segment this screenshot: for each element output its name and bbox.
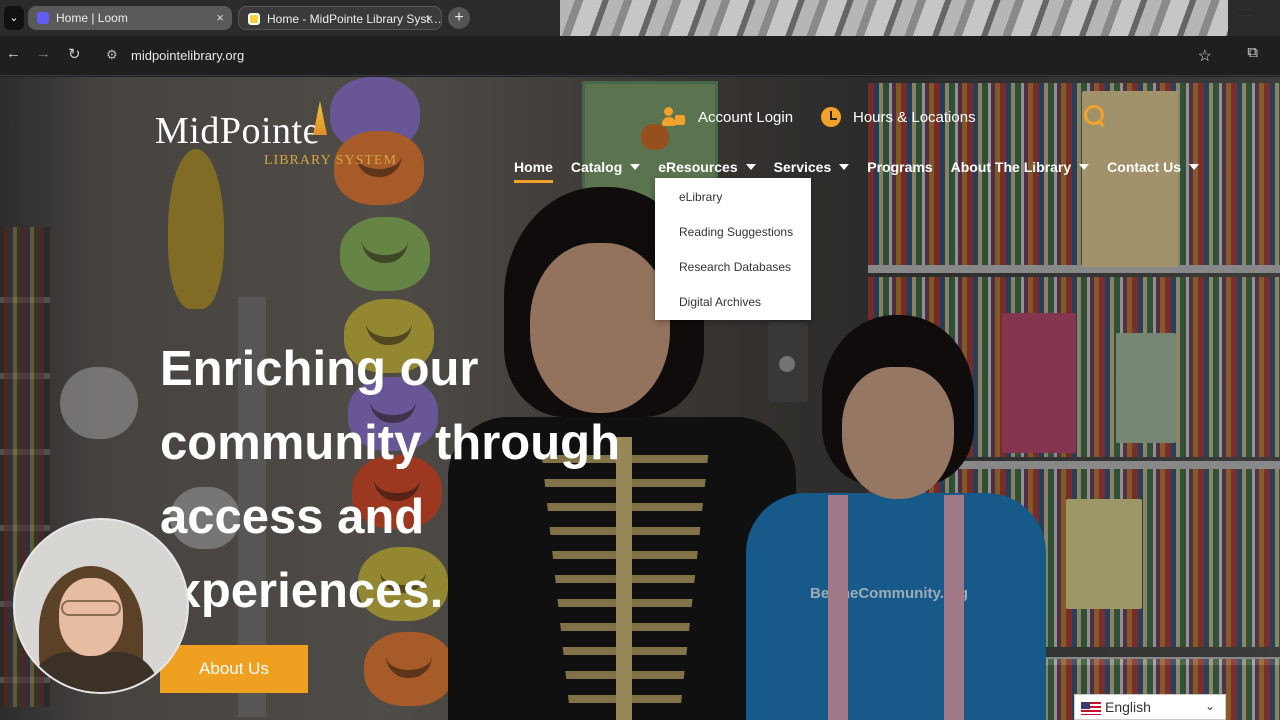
tab-search-button[interactable]: ⌄ (4, 6, 24, 30)
nav-home[interactable]: Home (514, 155, 553, 183)
new-tab-button[interactable]: + (448, 7, 470, 29)
language-label: English (1105, 699, 1151, 715)
eresources-dropdown: eLibrary Reading Suggestions Research Da… (655, 178, 811, 320)
tab-midpointe[interactable]: Home - MidPointe Library Syst… × (238, 6, 442, 30)
midpointe-logo[interactable]: MidPointe LIBRARY SYSTEM (155, 101, 397, 179)
nav-contact-us[interactable]: Contact Us (1107, 155, 1200, 179)
hero-heading: Enriching our community through access a… (160, 332, 680, 628)
back-icon[interactable]: ← (6, 45, 21, 62)
hero-line: Enriching our (160, 342, 479, 396)
caret-down-icon (630, 164, 641, 170)
hours-locations-label: Hours & Locations (853, 108, 976, 126)
minimize-icon[interactable]: — (1238, 6, 1252, 22)
dropdown-item-digital-archives[interactable]: Digital Archives (679, 295, 761, 309)
dropdown-item-elibrary[interactable]: eLibrary (679, 190, 722, 204)
hero-line: xperiences. (160, 564, 444, 618)
midpointe-favicon-icon (248, 13, 260, 25)
tab-title: Home - MidPointe Library Syst… (267, 12, 442, 26)
bookmark-star-icon[interactable]: ☆ (1198, 46, 1212, 66)
logo-wordmark: MidPointe (155, 110, 320, 152)
dropdown-item-reading-suggestions[interactable]: Reading Suggestions (679, 225, 793, 239)
forward-icon[interactable]: → (36, 45, 51, 62)
account-login-link[interactable]: Account Login (662, 105, 793, 129)
caret-down-icon (1079, 164, 1090, 170)
us-flag-icon (1081, 702, 1101, 715)
url-text[interactable]: midpointelibrary.org (131, 48, 244, 63)
tab-close-icon[interactable]: × (216, 6, 224, 30)
site-info-icon[interactable]: ⚙ (106, 47, 118, 63)
loom-webcam-bubble[interactable] (13, 518, 189, 694)
library-homepage: BeOneCommunity.org MidPointe LIBRARY SYS… (0, 77, 1280, 720)
language-selector[interactable]: English ⌄ (1074, 694, 1226, 720)
url-field[interactable]: ⚙ midpointelibrary.org ☆ (98, 42, 1224, 70)
hours-locations-link[interactable]: Hours & Locations (821, 105, 976, 129)
tab-title: Home | Loom (56, 11, 128, 25)
main-navigation: Home Catalog eResources Services Program… (514, 155, 1217, 183)
reload-icon[interactable]: ↻ (68, 45, 81, 63)
about-us-button[interactable]: About Us (160, 645, 308, 693)
nav-eresources[interactable]: eResources (658, 155, 756, 183)
browser-tab-bar: ⌄ Home | Loom × Home - MidPointe Library… (0, 0, 1280, 36)
loom-favicon-icon (37, 12, 49, 24)
chevron-down-icon: ⌄ (1204, 699, 1215, 713)
extensions-icon[interactable]: ⧉ (1247, 44, 1258, 61)
hero-line: access and (160, 490, 425, 544)
logo-subtitle: LIBRARY SYSTEM (264, 153, 397, 168)
tab-close-icon[interactable]: × (425, 7, 433, 29)
address-bar: ← → ↻ ⚙ midpointelibrary.org ☆ ⧉ (0, 36, 1280, 76)
nav-programs[interactable]: Programs (867, 155, 932, 179)
clock-icon (821, 107, 841, 127)
desktop-background (560, 0, 1228, 36)
nav-services[interactable]: Services (774, 155, 850, 179)
dropdown-item-research-databases[interactable]: Research Databases (679, 260, 791, 274)
caret-down-icon (745, 164, 756, 170)
caret-down-icon (1189, 164, 1200, 170)
caret-down-icon (839, 164, 850, 170)
hero-line: community through (160, 416, 621, 470)
user-lock-icon (662, 107, 686, 127)
search-icon[interactable] (1084, 105, 1106, 127)
account-login-label: Account Login (698, 108, 794, 126)
nav-about-the-library[interactable]: About The Library (951, 155, 1090, 179)
tab-loom[interactable]: Home | Loom × (28, 6, 232, 30)
nav-catalog[interactable]: Catalog (571, 155, 641, 179)
